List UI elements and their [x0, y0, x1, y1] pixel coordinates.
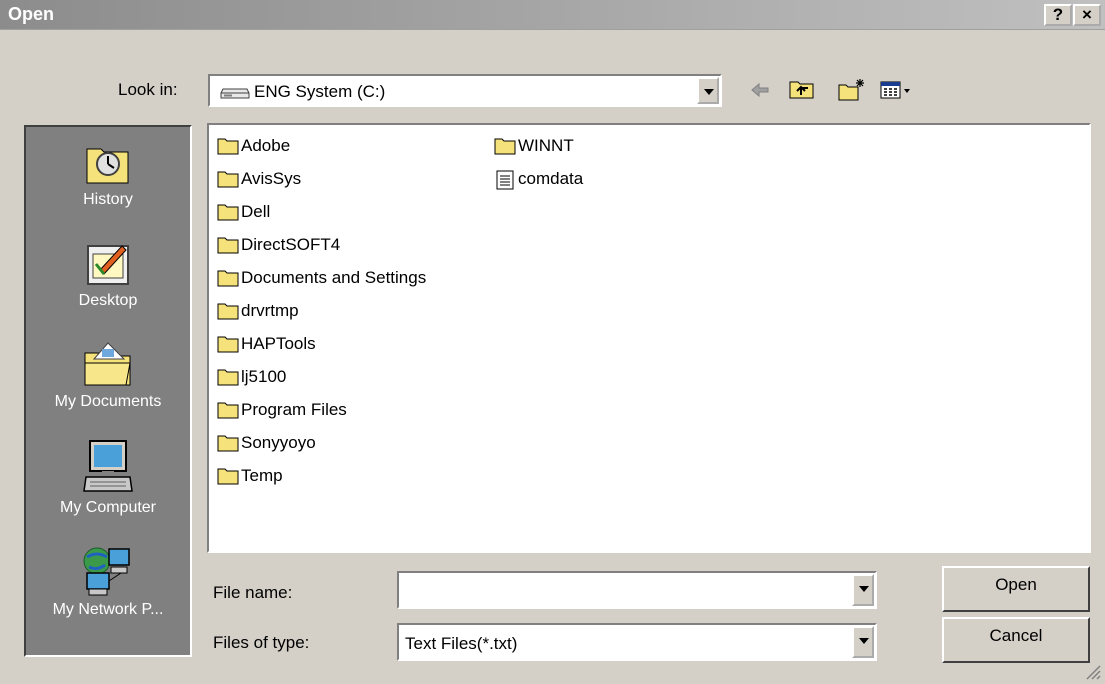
look-in-label: Look in:: [118, 80, 178, 99]
place-desktop[interactable]: Desktop: [26, 240, 190, 310]
place-label: History: [83, 191, 133, 208]
file-name-label: File name:: [213, 583, 293, 602]
desktop-icon: [87, 245, 129, 285]
folder-icon: [494, 138, 516, 155]
place-my-computer[interactable]: My Computer: [26, 439, 190, 517]
look-in-value: ENG System (C:): [254, 82, 386, 101]
up-one-level-icon[interactable]: [789, 78, 815, 105]
file-name-input[interactable]: [403, 577, 843, 603]
my-computer-icon: [83, 440, 133, 492]
folder-icon: [217, 303, 239, 320]
folder-icon: [217, 237, 239, 254]
place-label: My Network P...: [52, 601, 164, 618]
resize-grip-icon[interactable]: [1083, 662, 1101, 684]
cancel-button[interactable]: Cancel: [942, 617, 1090, 663]
folder-icon: [217, 138, 239, 155]
view-menu-icon[interactable]: [880, 80, 912, 105]
back-arrow-icon[interactable]: [750, 80, 770, 105]
folder-icon: [217, 468, 239, 485]
folder-icon: [217, 369, 239, 386]
text-file-icon: [496, 170, 514, 190]
folder-icon: [217, 171, 239, 188]
history-icon: [86, 148, 129, 184]
place-label: Desktop: [78, 292, 138, 309]
file-name-combo[interactable]: [397, 571, 877, 609]
open-button[interactable]: Open: [942, 566, 1090, 612]
folder-icon: [217, 402, 239, 419]
folder-icon: [217, 435, 239, 452]
file-name-dropdown-button[interactable]: [852, 574, 874, 606]
place-history[interactable]: History: [26, 137, 190, 209]
place-my-documents[interactable]: My Documents: [26, 337, 190, 411]
my-documents-icon: [84, 342, 131, 386]
place-label: My Documents: [54, 393, 162, 410]
place-label: My Computer: [59, 499, 157, 516]
folder-icon: [217, 270, 239, 287]
title-bar: Open ? ×: [0, 0, 1105, 30]
places-bar: History Desktop My Documents My Computer: [24, 125, 192, 657]
new-folder-icon[interactable]: [838, 78, 866, 107]
drive-icon: [220, 85, 250, 105]
file-type-value: Text Files(*.txt): [405, 634, 518, 653]
place-network[interactable]: My Network P...: [26, 545, 190, 619]
file-type-select[interactable]: Text Files(*.txt): [397, 623, 877, 661]
file-list[interactable]: Adobe AvisSys Dell DirectSOFT4 Documents…: [207, 123, 1091, 553]
file-type-dropdown-button[interactable]: [852, 626, 874, 658]
look-in-combo[interactable]: ENG System (C:): [208, 74, 722, 107]
folder-icon: [217, 336, 239, 353]
window-title: Open: [8, 4, 55, 24]
folder-icon: [217, 204, 239, 221]
network-places-icon: [83, 547, 130, 596]
look-in-dropdown-button[interactable]: [697, 77, 719, 104]
help-button[interactable]: ?: [1044, 4, 1072, 26]
file-type-label: Files of type:: [213, 633, 310, 652]
close-button[interactable]: ×: [1073, 4, 1101, 26]
